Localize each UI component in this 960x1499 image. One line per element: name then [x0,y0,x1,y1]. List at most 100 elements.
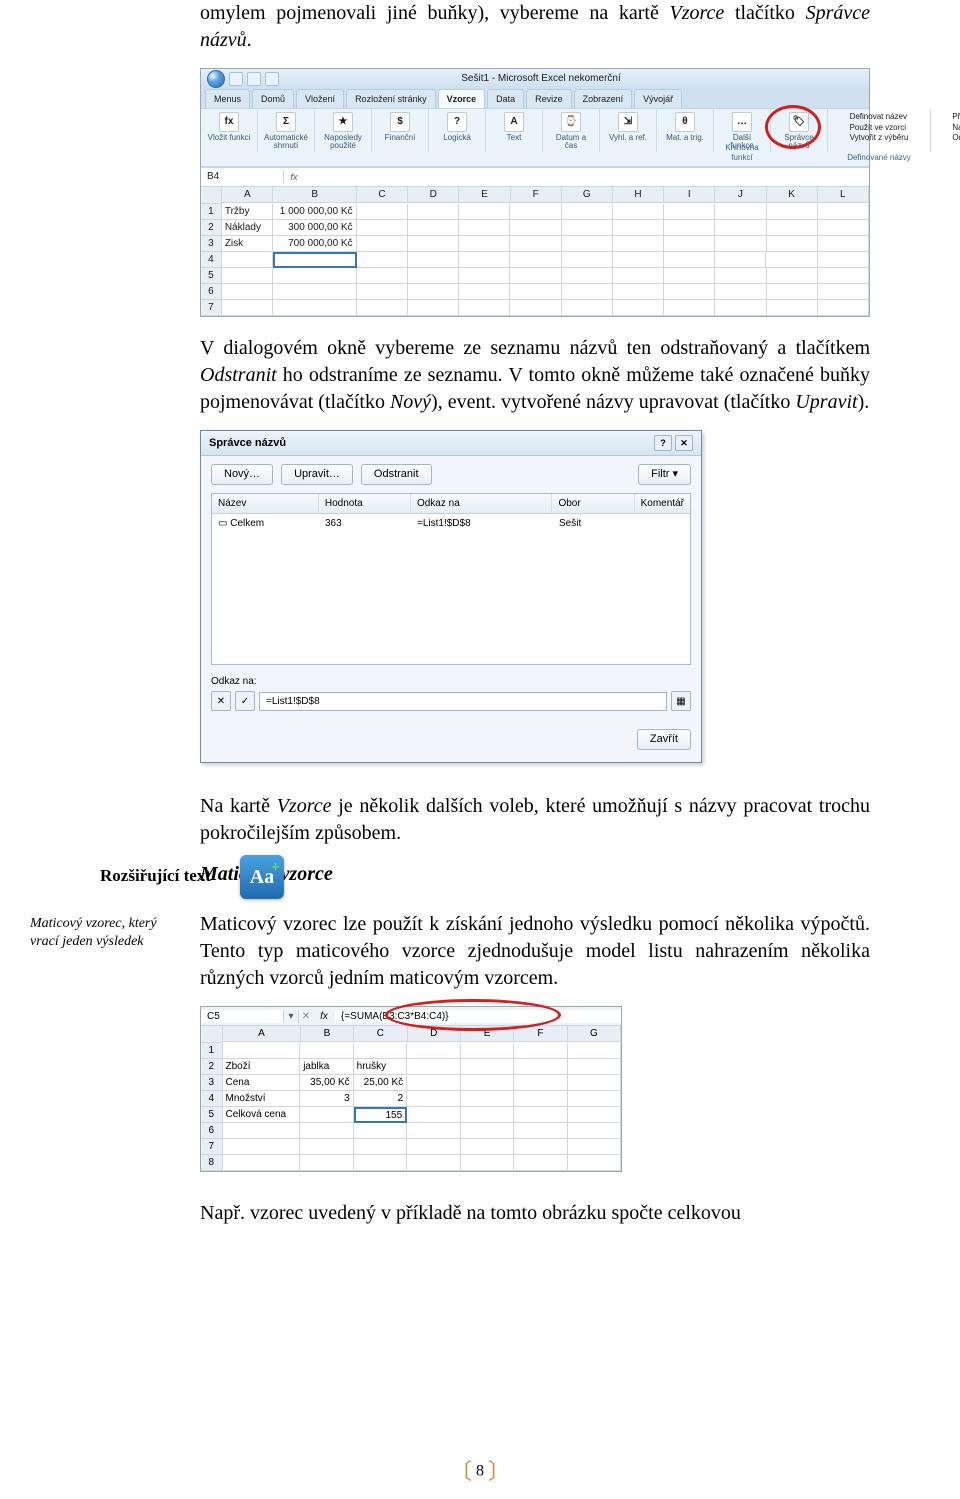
cell [568,1075,621,1091]
cell [223,1155,301,1171]
cell [300,1139,353,1155]
cell [407,1123,460,1139]
margin-label: Rozšiřující text [100,865,211,888]
text-ital: Vzorce [669,2,724,24]
cell [562,236,613,252]
tab-domu: Domů [252,89,294,108]
cell [818,252,869,268]
lookup-icon: ⇲ [618,112,638,132]
cell: Množství [223,1091,301,1107]
col-header: L [818,187,869,203]
fx-label: fx [313,1010,335,1024]
col-header: G [568,1026,621,1042]
cell [664,252,715,268]
cell [510,268,561,284]
ribbon-label: Odebrat šipky [952,133,960,143]
cancel-icon: ✕ [299,1010,313,1024]
tab-vlozeni: Vložení [296,89,344,108]
cell [568,1155,621,1171]
ribbon-label: Datum a čas [549,134,593,150]
cell [300,1123,353,1139]
cell [613,268,664,284]
cell [664,204,715,220]
cell: 35,00 Kč [300,1075,353,1091]
cell [715,268,766,284]
cell [562,268,613,284]
cell [510,220,561,236]
cell [562,300,613,316]
col-header: E [459,187,510,203]
cell [459,268,510,284]
math-icon: θ [675,112,695,132]
cell [461,1043,514,1059]
row-header: 4 [201,1091,223,1107]
cell [568,1059,621,1075]
formula-bar-value: {=SUMA(B3:C3*B4:C4)} [335,1010,621,1024]
ribbon-label: Vložit funkci [208,134,251,142]
text: ), event. vytvořené názvy upravovat (tla… [431,391,795,413]
cell: 3 [300,1091,353,1107]
cell [562,284,613,300]
col-header: J [715,187,766,203]
ribbon-label: Naposledy použité [321,134,365,150]
col-header: D [408,1026,461,1042]
excel-screenshot-matrix: C5 ▾ ✕ fx {=SUMA(B3:C3*B4:C4)} A B C D E… [200,1006,622,1172]
col-comment: Komentář [635,494,690,514]
cell [459,236,510,252]
ribbon-label: Automatické shrnutí [264,134,308,150]
text-ital: Odstranit [200,364,277,386]
cell: 700 000,00 Kč [273,236,357,252]
close-button: Zavřít [637,729,691,750]
cell: Celková cena [223,1107,301,1123]
cell [357,220,408,236]
cell [357,300,408,316]
fx-icon: fx [219,112,239,132]
cell [514,1075,567,1091]
cell [354,1139,407,1155]
row-header: 2 [201,220,222,236]
cell [354,1043,407,1059]
text-ital: Nový [390,391,431,413]
cell [715,236,766,252]
name-box: B4 [201,170,284,184]
cell: jablka [300,1059,353,1075]
row-header: 8 [201,1155,223,1171]
paragraph-example: Např. vzorec uvedený v příkladě na tomto… [200,1200,870,1227]
cell: Náklady [222,220,273,236]
cell [459,220,510,236]
cell: 25,00 Kč [354,1075,407,1091]
ribbon-label: Mat. a trig. [666,134,704,142]
tab-vzorce: Vzorce [438,89,486,108]
cell [514,1059,567,1075]
cell [222,300,273,316]
paragraph-karta-vzorce: Na kartě Vzorce je několik dalších voleb… [200,793,870,847]
bracket-left-icon: 〔 [450,1459,472,1484]
plus-icon: + [271,857,280,879]
cell [459,204,510,220]
cell [459,284,510,300]
cell [407,1043,460,1059]
cell [767,236,818,252]
text: omylem pojmenovali jiné buňky), vybereme… [200,2,669,24]
cell [613,236,664,252]
text: ). [858,391,870,413]
cell: 2 [354,1091,407,1107]
ribbon-label: Následníci [952,123,960,133]
row-header: 5 [201,268,222,284]
cancel-ref-icon: ✕ [211,691,231,711]
fx-label: fx [284,171,304,183]
cell [273,252,357,268]
page-number-value: 8 [476,1463,484,1480]
cell [461,1059,514,1075]
cell [568,1043,621,1059]
row-header: 1 [201,204,222,220]
cell: Zisk [222,236,273,252]
help-icon: ? [654,435,672,451]
qat-save-icon [229,72,243,86]
cell [408,236,459,252]
cell [818,300,869,316]
cell: 155 [354,1107,408,1123]
row-header: 7 [201,1139,223,1155]
cell [514,1139,567,1155]
cell [408,300,459,316]
